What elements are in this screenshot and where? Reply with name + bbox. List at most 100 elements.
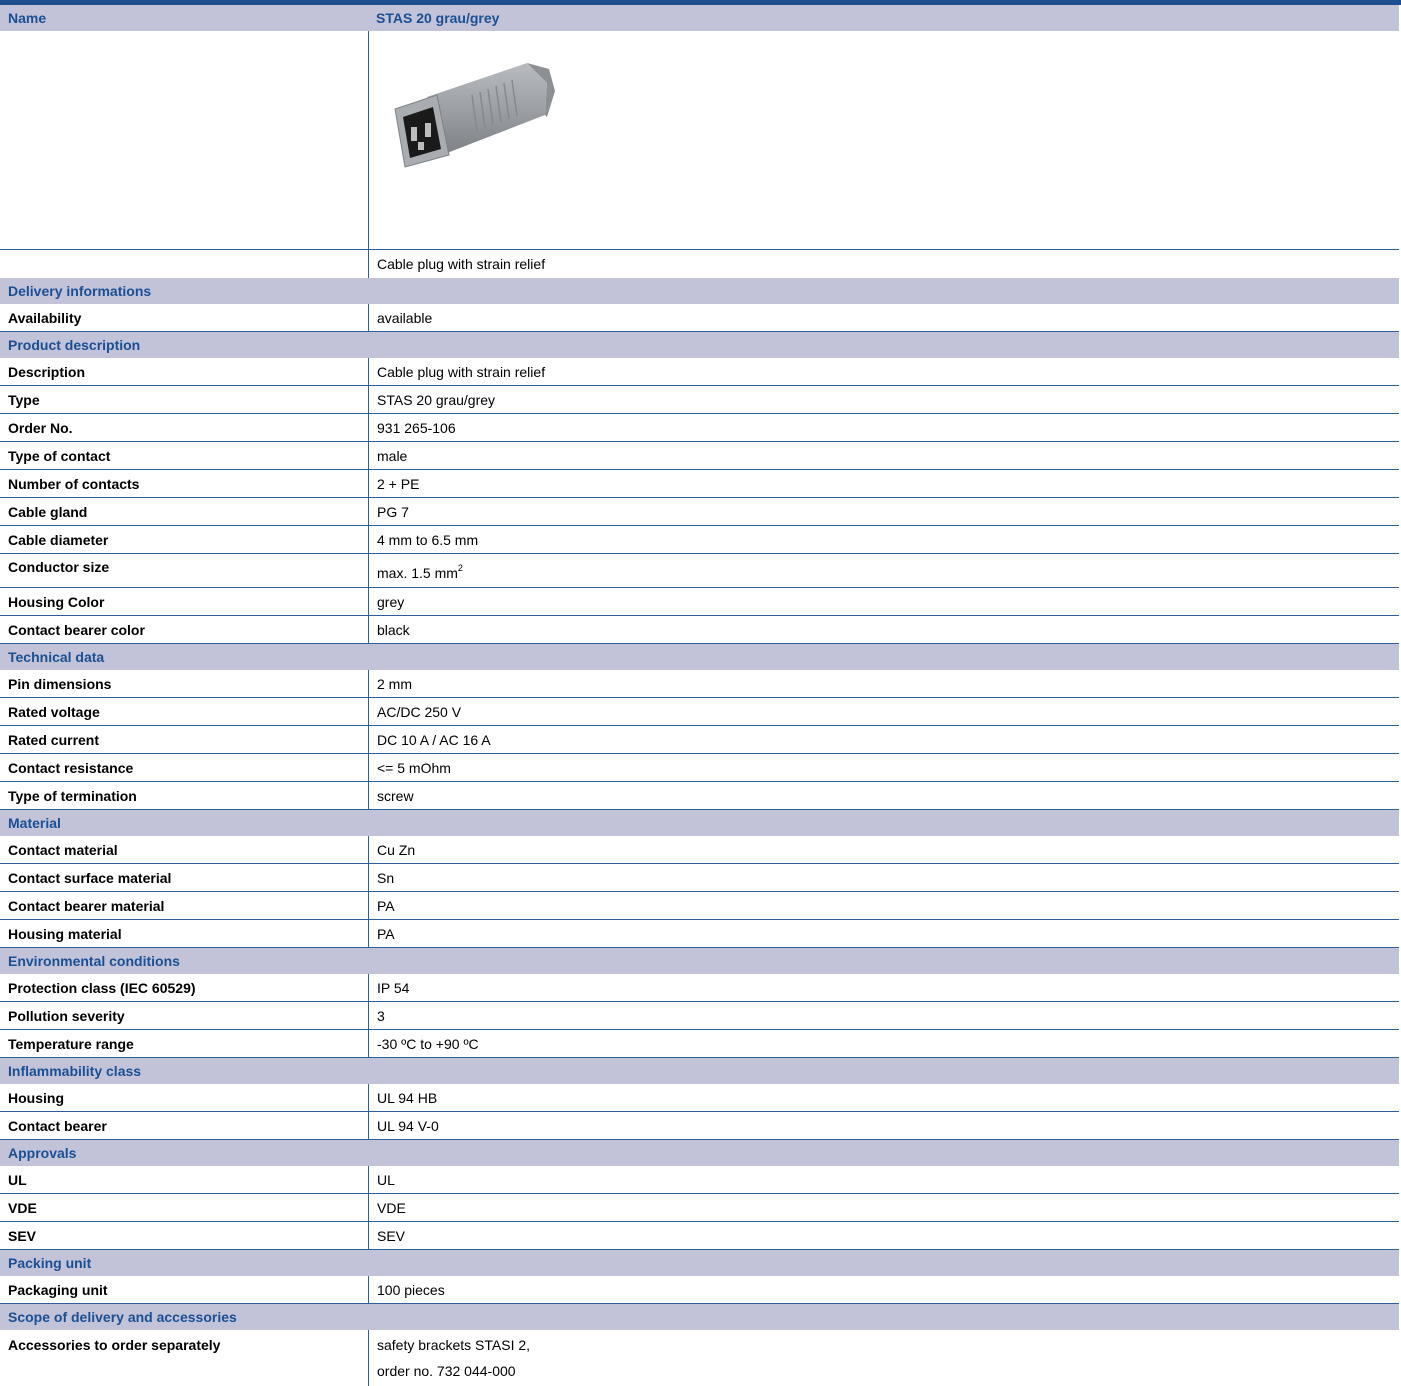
spec-value: grey: [368, 588, 1399, 615]
section-header-technical: Technical data: [0, 644, 1399, 670]
spec-value: max. 1.5 mm2: [368, 554, 1399, 587]
spec-key: Contact bearer: [8, 1117, 107, 1134]
spec-value: UL 94 HB: [368, 1084, 1399, 1111]
spec-value-text: max. 1.5 mm: [377, 564, 458, 581]
section-header-delivery: Delivery informations: [0, 278, 1399, 304]
section-header-approvals: Approvals: [0, 1140, 1399, 1166]
section-title: Environmental conditions: [8, 953, 180, 969]
spec-key: Conductor size: [8, 559, 110, 575]
spec-row: Cable gland PG 7: [0, 498, 1399, 526]
spec-value: VDE: [368, 1194, 1399, 1221]
spec-key: UL: [8, 1171, 27, 1188]
section-header-material: Material: [0, 810, 1399, 836]
spec-value: UL 94 V-0: [368, 1112, 1399, 1139]
spec-key: Housing material: [8, 925, 122, 942]
name-header-row: Name STAS 20 grau/grey: [0, 5, 1399, 31]
spec-value: Sn: [368, 864, 1399, 891]
spec-value: 2 mm: [368, 670, 1399, 697]
spec-key: Cable gland: [8, 503, 88, 520]
spec-value-line: safety brackets STASI 2,: [377, 1337, 531, 1353]
spec-key: Contact bearer material: [8, 897, 165, 914]
spec-row: Pollution severity 3: [0, 1002, 1399, 1030]
spec-value: male: [368, 442, 1399, 469]
section-header-inflammability: Inflammability class: [0, 1058, 1399, 1084]
spec-row: Accessories to order separately safety br…: [0, 1330, 1399, 1386]
spec-row: Protection class (IEC 60529) IP 54: [0, 974, 1399, 1002]
spec-row: Contact bearer UL 94 V-0: [0, 1112, 1399, 1140]
spec-key: Number of contacts: [8, 475, 140, 492]
spec-key: Order No.: [8, 419, 73, 436]
spec-value-line: order no. 732 044-000: [377, 1363, 516, 1379]
spec-row: Pin dimensions 2 mm: [0, 670, 1399, 698]
section-title: Approvals: [8, 1145, 77, 1161]
spec-value: IP 54: [368, 974, 1399, 1001]
spec-key: Contact bearer color: [8, 621, 145, 638]
section-title: Delivery informations: [8, 283, 152, 299]
spec-value: safety brackets STASI 2, order no. 732 04…: [368, 1330, 1399, 1386]
spec-value: PA: [368, 892, 1399, 919]
spec-key: Pollution severity: [8, 1007, 125, 1024]
spec-row: Conductor size max. 1.5 mm2: [0, 554, 1399, 588]
section-header-environment: Environmental conditions: [0, 948, 1399, 974]
spec-key: Type of contact: [8, 447, 111, 464]
spec-key: Housing: [8, 1089, 64, 1106]
image-caption-row: Cable plug with strain relief: [0, 250, 1399, 278]
spec-value: -30 ºC to +90 ºC: [368, 1030, 1399, 1057]
section-title: Material: [8, 815, 61, 831]
image-caption: Cable plug with strain relief: [368, 250, 1399, 278]
name-label: Name: [8, 10, 47, 26]
product-name: STAS 20 grau/grey: [376, 10, 500, 26]
spec-row: Number of contacts 2 + PE: [0, 470, 1399, 498]
spec-value: DC 10 A / AC 16 A: [368, 726, 1399, 753]
spec-value: SEV: [368, 1222, 1399, 1249]
spec-row: Contact material Cu Zn: [0, 836, 1399, 864]
spec-row: SEV SEV: [0, 1222, 1399, 1250]
spec-key: Protection class (IEC 60529): [8, 979, 196, 996]
spec-key: Contact resistance: [8, 759, 134, 776]
spec-row: Packaging unit 100 pieces: [0, 1276, 1399, 1304]
spec-value: 100 pieces: [368, 1276, 1399, 1303]
spec-key: Pin dimensions: [8, 675, 112, 692]
spec-key: Description: [8, 363, 86, 380]
spec-row: VDE VDE: [0, 1194, 1399, 1222]
spec-row: Order No. 931 265-106: [0, 414, 1399, 442]
spec-row: Contact resistance <= 5 mOhm: [0, 754, 1399, 782]
spec-row: Rated current DC 10 A / AC 16 A: [0, 726, 1399, 754]
section-title: Packing unit: [8, 1255, 92, 1271]
spec-key: SEV: [8, 1227, 37, 1244]
spec-key: Packaging unit: [8, 1281, 108, 1298]
section-header-packing: Packing unit: [0, 1250, 1399, 1276]
spec-row: Cable diameter 4 mm to 6.5 mm: [0, 526, 1399, 554]
spec-value: <= 5 mOhm: [368, 754, 1399, 781]
spec-key: Accessories to order separately: [8, 1337, 221, 1353]
spec-row: Description Cable plug with strain relief: [0, 358, 1399, 386]
spec-value: PA: [368, 920, 1399, 947]
spec-row: Type of contact male: [0, 442, 1399, 470]
spec-row: Housing UL 94 HB: [0, 1084, 1399, 1112]
spec-key: Rated voltage: [8, 703, 100, 720]
spec-row: Rated voltage AC/DC 250 V: [0, 698, 1399, 726]
spec-value: available: [368, 304, 1399, 331]
spec-row: Availability available: [0, 304, 1399, 332]
spec-value: PG 7: [368, 498, 1399, 525]
spec-row: Contact bearer color black: [0, 616, 1399, 644]
section-header-scope: Scope of delivery and accessories: [0, 1304, 1399, 1330]
spec-key: Rated current: [8, 731, 100, 748]
section-title: Technical data: [8, 649, 105, 665]
spec-row: Temperature range -30 ºC to +90 ºC: [0, 1030, 1399, 1058]
spec-value: 4 mm to 6.5 mm: [368, 526, 1399, 553]
spec-row: Type of termination screw: [0, 782, 1399, 810]
spec-key: Contact material: [8, 841, 118, 858]
spec-value: 2 + PE: [368, 470, 1399, 497]
spec-key: Housing Color: [8, 593, 105, 610]
spec-value: UL: [368, 1166, 1399, 1193]
spec-value: Cable plug with strain relief: [368, 358, 1399, 385]
spec-value: screw: [368, 782, 1399, 809]
spec-row: Housing Color grey: [0, 588, 1399, 616]
spec-value: Cu Zn: [368, 836, 1399, 863]
spec-key: Contact surface material: [8, 869, 172, 886]
spec-key: Type of termination: [8, 787, 137, 804]
section-title: Scope of delivery and accessories: [8, 1309, 237, 1325]
spec-key: Type: [8, 391, 40, 408]
spec-row: UL UL: [0, 1166, 1399, 1194]
